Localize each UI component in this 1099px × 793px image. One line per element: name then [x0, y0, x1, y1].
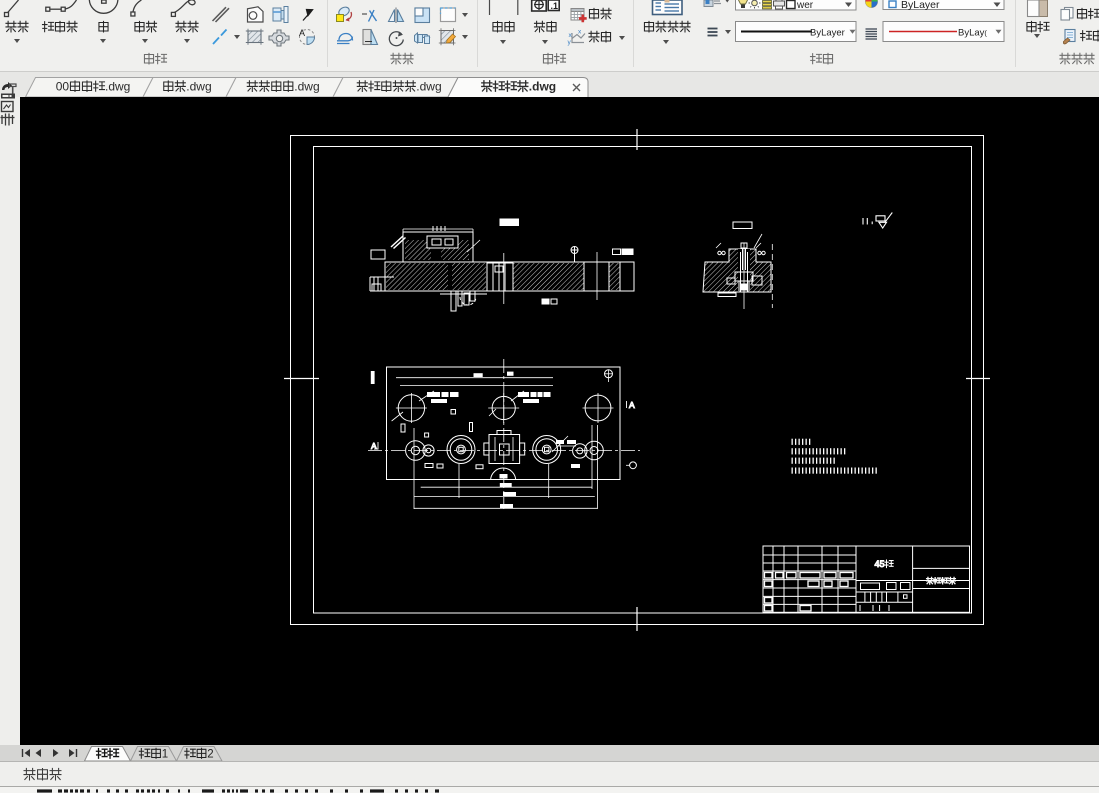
svg-text:.dwg: .dwg [416, 80, 441, 94]
svg-text:.dwg: .dwg [186, 80, 211, 94]
svg-text:2: 2 [207, 749, 213, 761]
svg-text:wer: wer [796, 0, 814, 11]
svg-text:.dwg: .dwg [294, 80, 319, 94]
svg-text:00: 00 [56, 80, 70, 94]
svg-text:45: 45 [875, 559, 885, 569]
svg-text:A: A [371, 441, 377, 451]
svg-text:A: A [299, 28, 305, 38]
svg-text:ByLay(: ByLay( [958, 28, 987, 39]
svg-text:.dwg: .dwg [529, 80, 556, 94]
svg-text:ByLayer: ByLayer [901, 0, 940, 11]
svg-text:x: x [578, 29, 582, 36]
svg-text:ByLayer: ByLayer [810, 28, 845, 39]
svg-text:.dwg: .dwg [105, 80, 130, 94]
svg-text:1: 1 [162, 749, 168, 761]
svg-text:y: y [568, 39, 572, 46]
svg-text:A: A [629, 400, 635, 410]
svg-text:.1: .1 [551, 1, 559, 11]
